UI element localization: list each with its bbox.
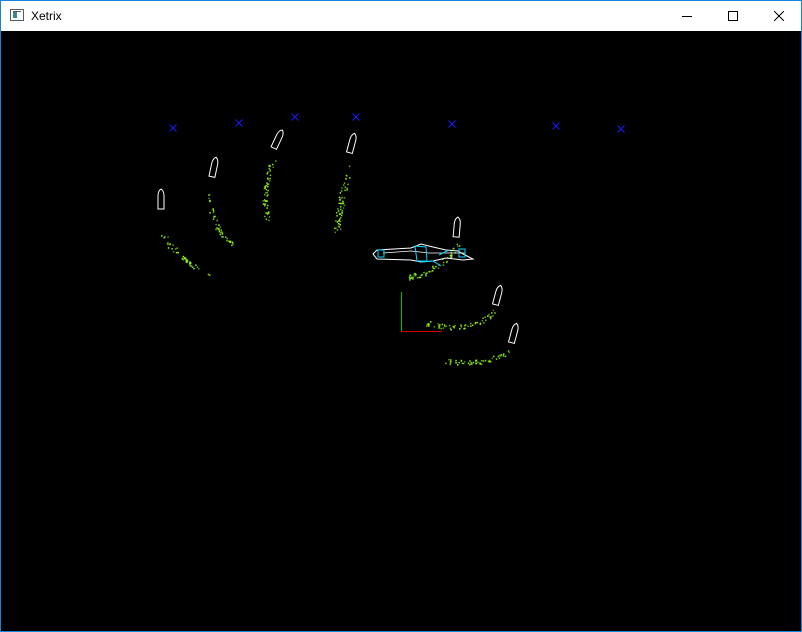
pointer-icon [270, 129, 284, 150]
minimize-button[interactable] [664, 1, 710, 31]
finger-trails [161, 160, 510, 366]
minimize-icon [682, 16, 692, 17]
app-window: Xetrix [0, 0, 802, 632]
target-marker [291, 113, 299, 121]
pointer-icon [452, 216, 461, 238]
target-marker [552, 122, 560, 130]
finger-trail [161, 235, 211, 276]
pointer-icon [491, 284, 503, 307]
pointer-icon [507, 322, 519, 345]
maximize-button[interactable] [710, 1, 756, 31]
finger-trail [208, 193, 234, 247]
pointer-icon [157, 188, 165, 210]
finger-trail [262, 160, 277, 222]
target-marker [448, 120, 456, 128]
target-markers [169, 113, 625, 133]
hand-wireframe [372, 243, 475, 267]
axis-gizmo [401, 292, 442, 332]
finger-trail [426, 309, 496, 331]
target-marker [235, 119, 243, 127]
scene-canvas [157, 113, 625, 366]
close-button[interactable] [756, 1, 802, 31]
finger-trail [445, 350, 510, 366]
title-bar[interactable]: Xetrix [1, 1, 801, 31]
app-icon[interactable] [10, 9, 24, 21]
target-marker [617, 125, 625, 133]
render-viewport[interactable] [1, 31, 801, 631]
maximize-icon [728, 11, 738, 21]
finger-trail [334, 165, 351, 234]
pointer-icons [157, 129, 519, 345]
target-marker [352, 113, 360, 121]
pointer-icon [345, 132, 357, 155]
window-title: Xetrix [31, 9, 62, 23]
pointer-icon [208, 156, 219, 178]
target-marker [169, 124, 177, 132]
close-icon [774, 11, 784, 21]
